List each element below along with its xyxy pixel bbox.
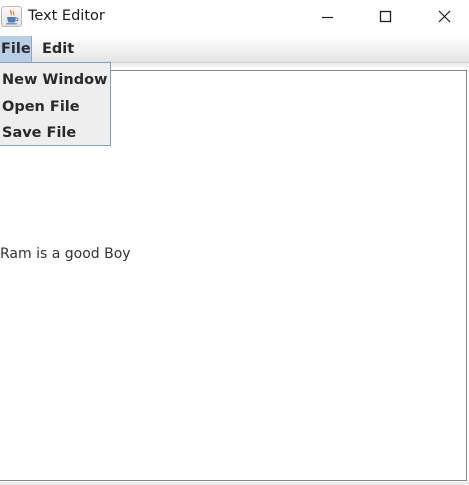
text-editor-window: Text Editor File Edit Ram is a good Boy … [0, 0, 469, 485]
menu-item-new-window[interactable]: New Window [0, 67, 110, 94]
file-menu-popup: New Window Open File Save File [0, 62, 111, 146]
window-title: Text Editor [28, 8, 105, 24]
java-coffee-cup-icon[interactable] [1, 6, 22, 27]
close-button[interactable] [415, 0, 469, 34]
minimize-icon [322, 16, 333, 19]
menu-edit[interactable]: Edit [42, 36, 74, 62]
title-bar[interactable]: Text Editor [0, 0, 469, 36]
maximize-button[interactable] [357, 0, 415, 34]
menu-bar: File Edit [0, 36, 469, 62]
menu-file[interactable]: File [0, 36, 32, 62]
menu-item-open-file[interactable]: Open File [0, 94, 110, 121]
close-icon [438, 10, 451, 23]
maximize-icon [379, 10, 392, 23]
minimize-button[interactable] [299, 0, 357, 34]
menu-item-save-file[interactable]: Save File [0, 120, 110, 147]
editor-text-line: Ram is a good Boy [0, 246, 131, 262]
